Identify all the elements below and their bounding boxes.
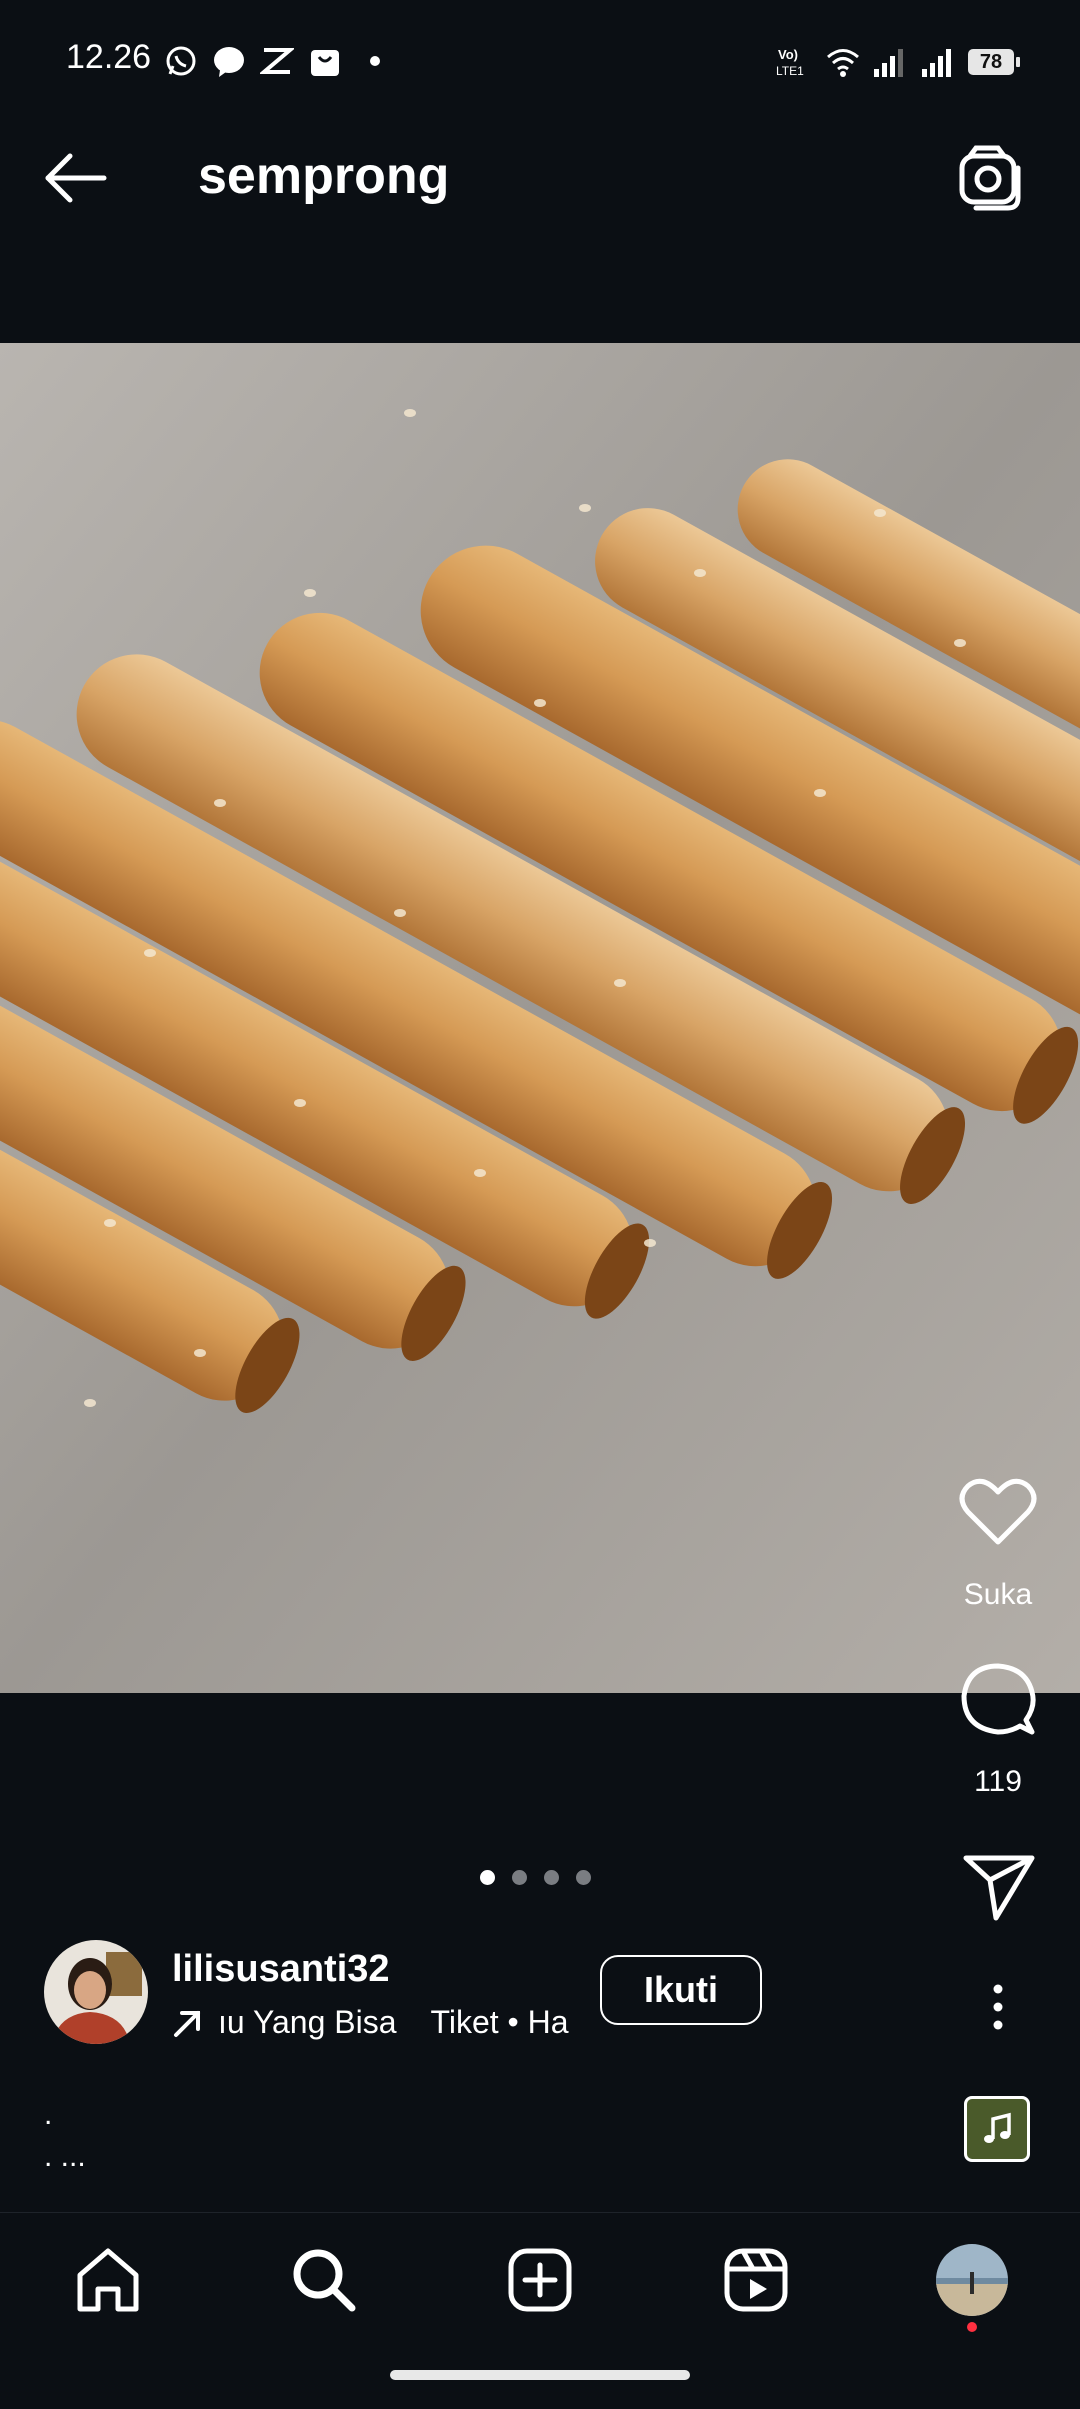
audio-title-secondary: Tiket • Ha <box>430 2004 569 2040</box>
author-username[interactable]: lilisusanti32 <box>172 1948 390 1991</box>
carousel-dot <box>576 1870 591 1885</box>
comment-count: 119 <box>974 1765 1022 1798</box>
create-icon <box>508 2248 572 2312</box>
carousel-indicator <box>480 1870 591 1885</box>
audio-link[interactable]: ıu Yang Bisa Tiket • Ha <box>172 2004 569 2041</box>
back-arrow-icon[interactable] <box>40 150 110 206</box>
status-bar: 12.26 Vo) LTE1 78 <box>0 0 1080 100</box>
svg-text:LTE1: LTE1 <box>776 64 804 78</box>
caption-line: . ... <box>44 2140 86 2173</box>
carousel-dot <box>544 1870 559 1885</box>
signal-1-icon <box>874 49 903 77</box>
nav-search[interactable] <box>284 2240 364 2320</box>
caption-line: . <box>44 2098 53 2131</box>
home-indicator[interactable] <box>390 2370 690 2380</box>
profile-icon <box>936 2244 1008 2316</box>
nav-reels[interactable] <box>716 2240 796 2320</box>
whatsapp-icon <box>166 46 196 76</box>
more-icon[interactable] <box>976 1982 1020 2032</box>
camera-icon[interactable] <box>956 144 1026 214</box>
arrow-up-right-icon <box>174 2010 200 2037</box>
carousel-dot <box>480 1870 495 1885</box>
battery-indicator: 78 <box>968 49 1020 75</box>
reels-icon <box>724 2248 788 2312</box>
audio-title: ıu Yang Bisa <box>218 2004 397 2040</box>
post-caption[interactable]: . . ... <box>44 2094 86 2178</box>
like-label: Suka <box>963 1578 1033 1611</box>
messenger-icon <box>214 47 244 77</box>
more-notifications-dot <box>370 56 380 66</box>
status-right: Vo) LTE1 78 <box>776 44 1020 80</box>
page-title: semprong <box>198 147 450 205</box>
signal-2-icon <box>922 49 951 77</box>
follow-button[interactable]: Ikuti <box>600 1955 762 2025</box>
music-icon <box>984 2112 1011 2143</box>
volte-icon: Vo) LTE1 <box>776 47 804 78</box>
heart-icon[interactable] <box>958 1476 1038 1548</box>
nav-profile[interactable] <box>932 2240 1012 2320</box>
status-time: 12.26 <box>66 38 152 76</box>
music-thumbnail[interactable] <box>964 2096 1030 2162</box>
post-image[interactable] <box>0 343 1080 1693</box>
shopping-bag-icon <box>311 50 339 76</box>
carousel-dot <box>512 1870 527 1885</box>
nav-home[interactable] <box>68 2240 148 2320</box>
svg-text:Vo): Vo) <box>778 47 798 62</box>
nav-create[interactable] <box>500 2240 580 2320</box>
search-icon <box>293 2249 356 2312</box>
profile-notification-dot <box>967 2322 977 2332</box>
home-icon <box>77 2248 139 2312</box>
capcut-icon <box>260 48 294 74</box>
comment-icon[interactable] <box>958 1660 1038 1740</box>
wifi-icon <box>827 49 859 77</box>
send-icon[interactable] <box>962 1852 1036 1922</box>
author-avatar[interactable] <box>44 1940 148 2044</box>
